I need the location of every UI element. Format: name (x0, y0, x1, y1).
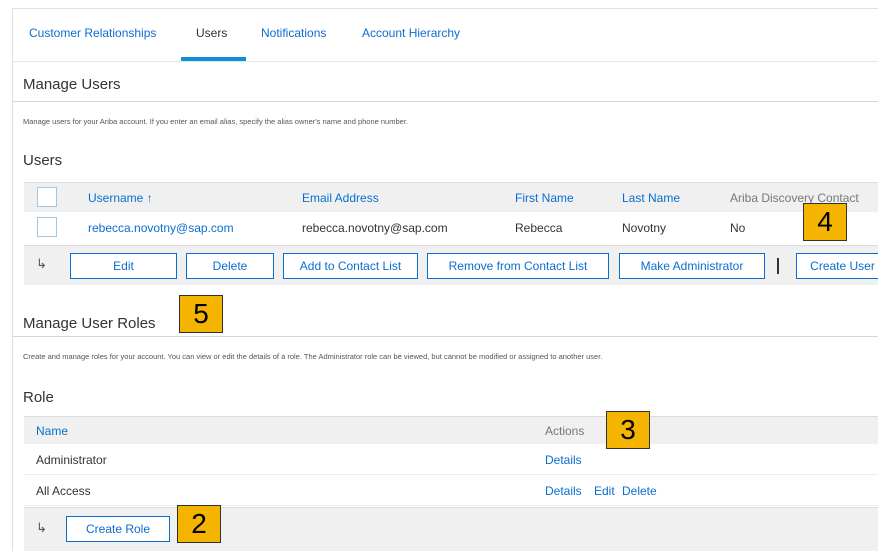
email-cell: rebecca.novotny@sap.com (302, 221, 448, 235)
delete-button[interactable]: Delete (186, 253, 274, 279)
first-name-cell: Rebecca (515, 221, 563, 235)
section-divider (13, 336, 878, 337)
role-name-cell: Administrator (36, 453, 107, 467)
edit-link[interactable]: Edit (594, 484, 615, 498)
manage-user-roles-description: Create and manage roles for your account… (23, 352, 603, 361)
column-name[interactable]: Name (36, 424, 68, 438)
users-table-header: Username ↑ Email Address First Name Last… (24, 182, 878, 212)
callout-badge-2: 2 (177, 505, 221, 543)
column-username[interactable]: Username ↑ (88, 191, 153, 205)
callout-badge-3: 3 (606, 411, 650, 449)
section-divider (13, 101, 878, 102)
table-row: All Access Details Edit Delete (24, 475, 878, 506)
callout-badge-4: 4 (803, 203, 847, 241)
selection-arrow-icon: ↳ (36, 256, 47, 271)
tab-users[interactable]: Users (196, 26, 227, 40)
tab-notifications[interactable]: Notifications (261, 26, 326, 40)
ariba-account-settings: Customer Relationships Users Notificatio… (12, 8, 878, 551)
column-email-address[interactable]: Email Address (302, 191, 379, 205)
column-last-name[interactable]: Last Name (622, 191, 680, 205)
role-button-bar: ↳ Create Role (24, 507, 878, 551)
edit-button[interactable]: Edit (70, 253, 177, 279)
users-title: Users (23, 152, 63, 169)
manage-users-title: Manage Users (23, 76, 121, 93)
callout-badge-5: 5 (179, 295, 223, 333)
delete-link[interactable]: Delete (622, 484, 657, 498)
tab-customer-relationships[interactable]: Customer Relationships (29, 26, 156, 40)
role-table-header: Name Actions (24, 416, 878, 444)
manage-user-roles-title: Manage User Roles (23, 315, 156, 332)
role-name-cell: All Access (36, 484, 91, 498)
last-name-cell: Novotny (622, 221, 667, 235)
details-link[interactable]: Details (545, 484, 582, 498)
table-row: rebecca.novotny@sap.com rebecca.novotny@… (24, 212, 878, 245)
create-user-button[interactable]: Create User (796, 253, 878, 279)
users-button-bar: ↳ Edit Delete Add to Contact List Remove… (24, 245, 878, 285)
make-administrator-button[interactable]: Make Administrator (619, 253, 765, 279)
add-to-contact-list-button[interactable]: Add to Contact List (283, 253, 418, 279)
tab-account-hierarchy[interactable]: Account Hierarchy (362, 26, 460, 40)
username-link[interactable]: rebecca.novotny@sap.com (88, 221, 234, 235)
table-row: Administrator Details (24, 444, 878, 475)
row-checkbox[interactable] (37, 217, 57, 237)
column-actions: Actions (545, 424, 585, 438)
tab-bar: Customer Relationships Users Notificatio… (13, 9, 878, 61)
details-link[interactable]: Details (545, 453, 582, 467)
create-role-button[interactable]: Create Role (66, 516, 170, 542)
selection-arrow-icon: ↳ (36, 520, 47, 535)
column-first-name[interactable]: First Name (515, 191, 574, 205)
discovery-contact-cell: No (730, 221, 746, 235)
button-separator (777, 258, 779, 274)
select-all-checkbox[interactable] (37, 187, 57, 207)
remove-from-contact-list-button[interactable]: Remove from Contact List (427, 253, 609, 279)
tab-divider (13, 61, 878, 62)
role-title: Role (23, 389, 54, 406)
manage-users-description: Manage users for your Ariba account. If … (23, 117, 408, 126)
